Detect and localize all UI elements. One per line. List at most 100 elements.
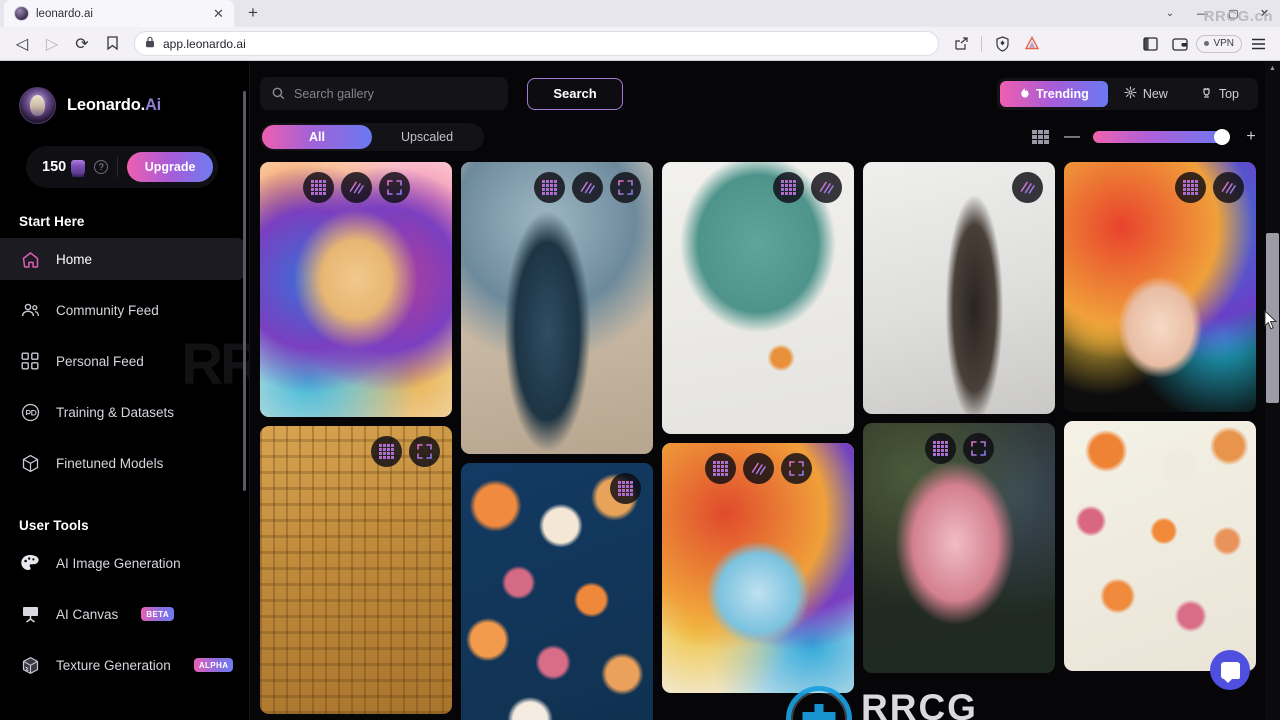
leonardo-favicon-icon (14, 6, 29, 21)
browser-tab[interactable]: leonardo.ai ✕ (4, 0, 234, 27)
zoom-in-button[interactable]: + (1244, 129, 1258, 145)
scroll-up-arrow[interactable]: ▲ (1265, 61, 1280, 76)
app-sidebar: RR Leonardo.Ai 150 ? Upgrade Start Here … (0, 61, 250, 720)
gallery-card-pink-haired-fairy[interactable] (863, 423, 1055, 673)
sidebar-item-ai-canvas[interactable]: AI Canvas BETA (0, 593, 245, 635)
upscale-icon[interactable] (610, 473, 641, 504)
grid-density-icon[interactable] (1032, 130, 1049, 144)
filter-pills: All Upscaled (260, 123, 484, 151)
upscale-icon[interactable] (773, 172, 804, 203)
card-action-bar (1064, 172, 1256, 203)
gallery-card-koala-on-bicycle[interactable] (662, 162, 854, 434)
sidebar-item-ai-image-generation[interactable]: AI Image Generation (0, 542, 245, 584)
motion-icon[interactable] (1213, 172, 1244, 203)
expand-icon[interactable] (610, 172, 641, 203)
gallery-toolbar: Search Trending New (250, 61, 1280, 151)
gallery-card-girl-with-blue-glasses[interactable] (662, 443, 854, 693)
reload-icon[interactable]: ⟳ (68, 30, 96, 58)
sidebar-item-personal-feed[interactable]: Personal Feed (0, 340, 245, 382)
sidebar-item-texture-generation[interactable]: Texture Generation ALPHA (0, 644, 245, 686)
address-bar[interactable]: app.leonardo.ai (134, 31, 940, 56)
toolbar-actions: VPN (947, 30, 1272, 58)
vpn-badge[interactable]: VPN (1196, 34, 1242, 53)
divider (981, 35, 983, 52)
sidebar-item-label: Finetuned Models (56, 455, 164, 471)
forward-icon[interactable]: ▷ (38, 30, 66, 58)
card-action-bar (260, 436, 452, 467)
sort-tab-top[interactable]: Top (1184, 81, 1255, 107)
upscale-icon[interactable] (1175, 172, 1206, 203)
upgrade-button[interactable]: Upgrade (127, 152, 213, 182)
upscale-icon[interactable] (924, 433, 956, 464)
new-tab-button[interactable]: + (240, 0, 266, 26)
motion-icon[interactable] (742, 453, 774, 484)
bookmark-icon[interactable] (98, 30, 126, 58)
sort-tab-trending[interactable]: Trending (999, 80, 1108, 107)
motion-icon[interactable] (1012, 172, 1043, 203)
sidebar-scrollbar-thumb[interactable] (243, 91, 246, 491)
sidebar-panel-icon[interactable] (1136, 30, 1164, 58)
gallery-card-colorful-hair-portrait[interactable] (1064, 162, 1256, 412)
brave-rewards-icon[interactable] (1018, 30, 1046, 58)
gallery-grid (260, 162, 1256, 720)
gallery-card-floral-pattern-light[interactable] (1064, 421, 1256, 671)
browser-window: leonardo.ai ✕ + ⌄ — ▢ ✕ ◁ ▷ ⟳ app.leonar… (0, 0, 1280, 720)
close-window-button[interactable]: ✕ (1249, 0, 1280, 27)
expand-icon[interactable] (780, 453, 812, 484)
flame-icon (1019, 86, 1030, 102)
hamburger-menu-icon[interactable] (1244, 30, 1272, 58)
card-action-bar (662, 172, 854, 203)
gallery-card-orange-floral-pattern[interactable] (461, 463, 653, 720)
upscale-icon[interactable] (371, 436, 402, 467)
expand-icon[interactable] (378, 172, 410, 203)
search-input[interactable] (294, 86, 496, 101)
sidebar-item-community-feed[interactable]: Community Feed (0, 289, 245, 331)
minimize-button[interactable]: — (1187, 0, 1218, 27)
card-action-bar (461, 473, 653, 504)
intercom-chat-button[interactable] (1210, 650, 1250, 690)
back-icon[interactable]: ◁ (8, 30, 36, 58)
gallery-card-lion-with-sunglasses[interactable] (260, 162, 452, 417)
tab-title: leonardo.ai (36, 7, 93, 20)
motion-icon[interactable] (340, 172, 372, 203)
close-icon[interactable]: ✕ (211, 6, 226, 21)
gallery-card-egyptian-hieroglyphs[interactable] (260, 426, 452, 714)
expand-icon[interactable] (962, 433, 994, 464)
sort-tab-label: New (1142, 86, 1168, 101)
zoom-slider[interactable] (1093, 129, 1230, 145)
brave-wallet-icon[interactable] (1166, 30, 1194, 58)
upscale-icon[interactable] (302, 172, 334, 203)
lock-icon (145, 35, 155, 53)
sidebar-item-finetuned-models[interactable]: Finetuned Models (0, 442, 245, 484)
home-icon (19, 248, 41, 270)
expand-icon[interactable] (409, 436, 440, 467)
filter-pill-all[interactable]: All (262, 125, 372, 149)
brand-header[interactable]: Leonardo.Ai (0, 61, 249, 124)
chevron-down-icon[interactable]: ⌄ (1153, 0, 1187, 27)
zoom-slider-knob[interactable] (1214, 129, 1230, 145)
window-controls: ⌄ — ▢ ✕ (1153, 0, 1280, 27)
card-action-bar (461, 172, 653, 203)
brave-shields-icon[interactable] (988, 30, 1016, 58)
page-scrollbar-thumb[interactable] (1266, 233, 1279, 403)
card-action-bar (863, 433, 1055, 464)
upscale-icon[interactable] (704, 453, 736, 484)
sort-tab-new[interactable]: New (1108, 81, 1184, 107)
zoom-out-button[interactable]: — (1064, 129, 1080, 145)
sidebar-item-home[interactable]: Home (0, 238, 245, 280)
upscale-icon[interactable] (534, 172, 565, 203)
page-viewport: RR Leonardo.Ai 150 ? Upgrade Start Here … (0, 61, 1280, 720)
sidebar-item-training-datasets[interactable]: Training & Datasets (0, 391, 245, 433)
help-circle-icon[interactable]: ? (94, 160, 109, 174)
gallery-card-dark-fantasy-character-sheet[interactable] (863, 162, 1055, 414)
page-scrollbar[interactable]: ▲ (1265, 61, 1280, 720)
motion-icon[interactable] (572, 172, 603, 203)
divider (117, 157, 119, 177)
search-field-wrapper[interactable] (260, 77, 508, 110)
gallery-card-blue-haired-warrior[interactable] (461, 162, 653, 454)
motion-icon[interactable] (811, 172, 842, 203)
search-button[interactable]: Search (527, 77, 623, 110)
share-icon[interactable] (947, 30, 975, 58)
maximize-button[interactable]: ▢ (1218, 0, 1249, 27)
filter-pill-upscaled[interactable]: Upscaled (372, 125, 482, 149)
